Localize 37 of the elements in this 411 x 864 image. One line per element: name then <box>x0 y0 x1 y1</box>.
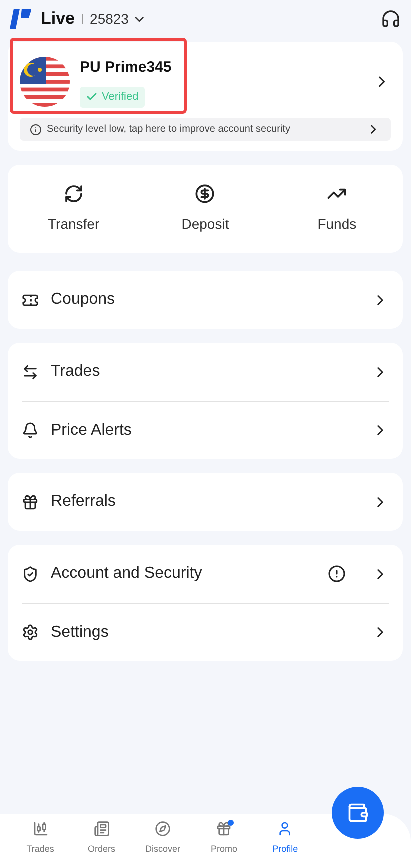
profile-name: PU Prime345 <box>80 58 172 78</box>
settings-icon <box>22 624 39 641</box>
info-icon <box>30 124 42 136</box>
verified-badge: Verified <box>80 87 145 108</box>
compass-icon <box>155 821 171 838</box>
flag-icon <box>20 57 70 107</box>
menu-item[interactable]: Coupons <box>22 271 389 329</box>
menu-item[interactable]: Settings <box>22 603 389 661</box>
bell-icon <box>22 422 39 439</box>
logo-icon <box>10 7 32 31</box>
document-icon <box>94 821 110 838</box>
menu-item[interactable]: Price Alerts <box>22 401 389 459</box>
shield-icon <box>22 566 39 582</box>
account-selector[interactable]: 25823 <box>90 8 147 30</box>
nav-tab[interactable]: Profile <box>254 814 316 864</box>
mode-label: Live <box>41 8 76 30</box>
support-icon[interactable] <box>381 9 401 29</box>
transfer-icon <box>64 184 84 204</box>
wallet-icon <box>347 802 369 824</box>
gift-icon <box>216 821 232 838</box>
nav-tab[interactable]: Discover <box>132 814 194 864</box>
nav-tab[interactable]: Orders <box>71 814 132 864</box>
dollar-icon <box>195 184 216 204</box>
security-notice[interactable]: Security level low, tap here to improve account security <box>20 118 391 141</box>
gift-icon <box>22 494 39 510</box>
menu-item[interactable]: Trades <box>22 343 389 401</box>
quick-action-button[interactable]: Transfer <box>8 184 140 234</box>
menu-item[interactable]: Account and Security <box>22 545 389 603</box>
user-icon <box>277 821 294 838</box>
nav-tab[interactable]: Promo <box>194 814 255 864</box>
nav-tab[interactable]: Trades <box>10 814 72 864</box>
exchange-icon <box>22 364 39 380</box>
candlestick-icon <box>32 821 49 838</box>
menu-item[interactable]: Referrals <box>22 473 389 531</box>
quick-action-button[interactable]: Deposit <box>140 184 272 234</box>
wallet-button[interactable] <box>332 787 384 839</box>
quick-action-button[interactable]: Funds <box>271 184 403 234</box>
